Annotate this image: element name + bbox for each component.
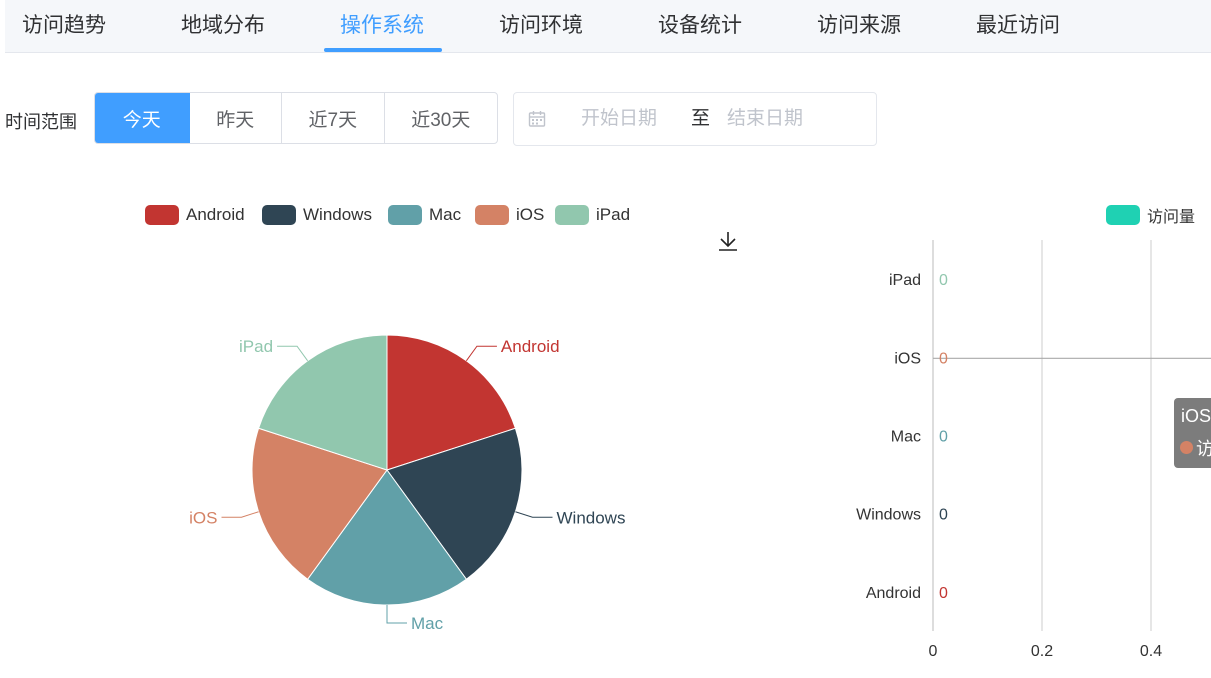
y-tick-label-windows: Windows	[856, 507, 921, 524]
x-tick-label: 0.2	[1031, 643, 1053, 660]
pie-label-mac: Mac	[411, 614, 444, 633]
pie-label-line-mac	[386, 605, 407, 624]
tooltip-marker	[1180, 441, 1193, 454]
pie-label-windows: Windows	[557, 508, 626, 527]
pie-label-line-ios	[221, 511, 259, 518]
bar-value-label-android: 0	[939, 585, 948, 602]
pie-label-android: Android	[501, 337, 560, 356]
tooltip-series: 访	[1196, 439, 1211, 459]
y-tick-label-android: Android	[866, 585, 921, 602]
os-pie-chart: Android Windows Mac iOS iPad	[189, 334, 626, 633]
y-tick-label-mac: Mac	[891, 429, 921, 446]
pie-label-line-windows	[515, 511, 553, 518]
pie-label-line-ipad	[277, 345, 309, 362]
tooltip-title: iOS	[1181, 406, 1211, 426]
chart-tooltip: iOS 访	[1174, 398, 1211, 468]
y-tick-label-ios: iOS	[894, 350, 921, 367]
x-tick-label: 0.4	[1140, 643, 1162, 660]
y-tick-label-ipad: iPad	[889, 272, 921, 289]
bar-value-label-windows: 0	[939, 507, 948, 524]
bar-value-label-ios: 0	[939, 350, 948, 367]
x-tick-label: 0	[929, 643, 938, 660]
bar-value-label-ipad: 0	[939, 272, 948, 289]
pie-label-line-android	[465, 345, 497, 362]
os-bar-chart: 0 0.2 0.4 Android 0 Windows 0 Mac 0 iOS 0 iPad 0	[856, 240, 1211, 660]
bar-value-label-mac: 0	[939, 429, 948, 446]
pie-label-ipad: iPad	[239, 337, 273, 356]
pie-label-ios: iOS	[189, 508, 217, 527]
